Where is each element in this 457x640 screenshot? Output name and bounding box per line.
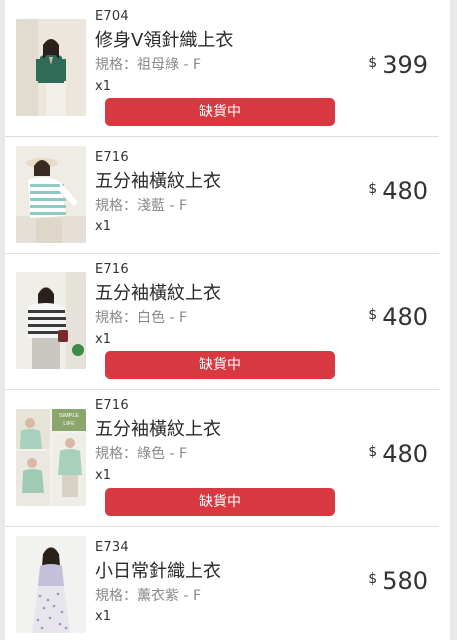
product-thumbnail[interactable] xyxy=(16,536,86,633)
product-name[interactable]: 五分袖橫紋上衣 xyxy=(95,415,221,441)
product-code: E704 xyxy=(95,9,129,24)
item-divider xyxy=(5,526,439,527)
product-spec: 規格：白色 - F xyxy=(95,310,188,326)
product-price: $480 xyxy=(368,440,428,468)
product-price: $480 xyxy=(368,303,428,331)
product-code: E716 xyxy=(95,398,129,413)
product-code: E716 xyxy=(95,150,129,165)
product-price: $399 xyxy=(368,51,428,79)
product-spec: 規格：淺藍 - F xyxy=(95,198,188,214)
out-of-stock-badge: 缺貨中 xyxy=(105,488,335,516)
product-name[interactable]: 五分袖橫紋上衣 xyxy=(95,167,221,193)
price-amount: 399 xyxy=(382,51,428,79)
thumb-label-2: LIFE xyxy=(63,421,75,427)
product-name[interactable]: 修身V領針織上衣 xyxy=(95,26,233,52)
price-amount: 480 xyxy=(382,303,428,331)
out-of-stock-badge: 缺貨中 xyxy=(105,351,335,379)
out-of-stock-badge: 缺貨中 xyxy=(105,98,335,126)
product-name[interactable]: 小日常針織上衣 xyxy=(95,557,221,583)
item-divider xyxy=(5,136,439,137)
item-divider xyxy=(5,253,439,254)
thumb-label-1: SIMPLE xyxy=(59,413,80,419)
product-spec: 規格：綠色 - F xyxy=(95,446,188,462)
product-code: E716 xyxy=(95,262,129,277)
product-name[interactable]: 五分袖橫紋上衣 xyxy=(95,279,221,305)
currency-symbol: $ xyxy=(368,307,378,323)
product-quantity: x1 xyxy=(95,79,111,94)
product-price: $480 xyxy=(368,177,428,205)
product-code: E734 xyxy=(95,540,129,555)
product-thumbnail[interactable] xyxy=(16,146,86,243)
price-amount: 480 xyxy=(382,440,428,468)
product-quantity: x1 xyxy=(95,219,111,234)
product-thumbnail[interactable] xyxy=(16,19,86,116)
currency-symbol: $ xyxy=(368,55,378,71)
product-thumbnail[interactable]: SIMPLE LIFE xyxy=(16,409,86,506)
price-amount: 580 xyxy=(382,567,428,595)
currency-symbol: $ xyxy=(368,181,378,197)
currency-symbol: $ xyxy=(368,571,378,587)
product-quantity: x1 xyxy=(95,332,111,347)
product-thumbnail[interactable] xyxy=(16,272,86,369)
product-quantity: x1 xyxy=(95,468,111,483)
product-quantity: x1 xyxy=(95,609,111,624)
price-amount: 480 xyxy=(382,177,428,205)
item-divider xyxy=(5,389,439,390)
product-spec: 規格：薰衣紫 - F xyxy=(95,588,202,604)
product-price: $580 xyxy=(368,567,428,595)
currency-symbol: $ xyxy=(368,444,378,460)
product-spec: 規格：祖母綠 - F xyxy=(95,57,202,73)
cart-item-list: E704 修身V領針織上衣 規格：祖母綠 - F x1 $399 缺貨中 E71… xyxy=(5,0,450,640)
